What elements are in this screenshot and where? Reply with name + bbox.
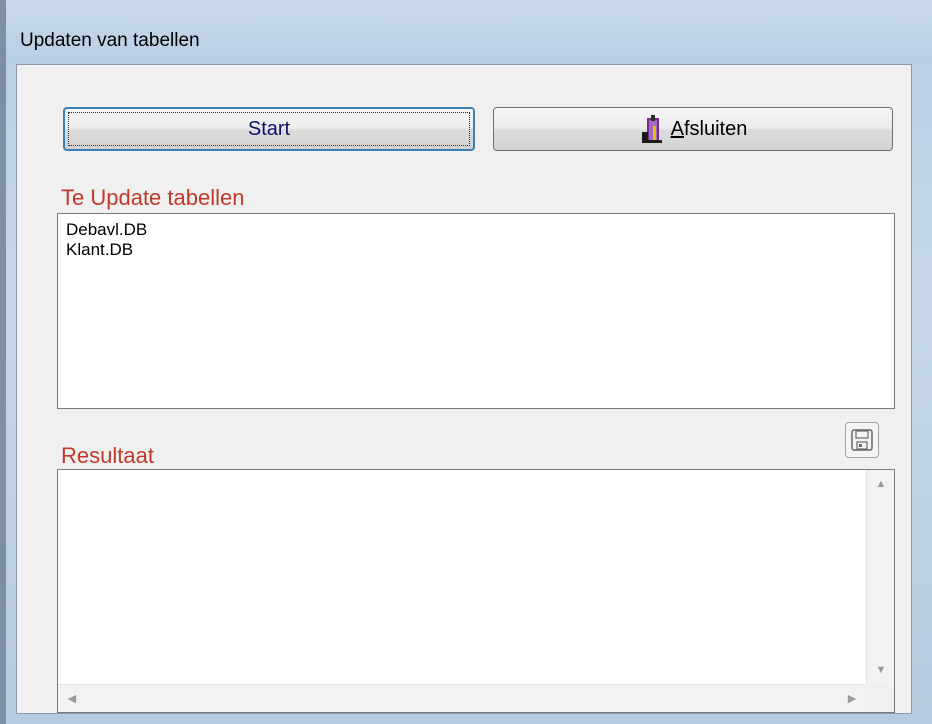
close-button[interactable]: Afsluiten [493, 107, 893, 151]
scroll-down-icon[interactable]: ▼ [867, 664, 895, 676]
window-frame: Updaten van tabellen Start Afsluiten Te … [0, 0, 932, 724]
result-label: Resultaat [61, 443, 154, 468]
exit-door-icon [641, 115, 662, 143]
window-title: Updaten van tabellen [20, 30, 200, 51]
tables-listbox[interactable]: Debavl.DB Klant.DB [57, 213, 895, 409]
result-text [58, 470, 894, 482]
scrollbar-corner [866, 684, 894, 712]
result-memo[interactable]: ▲ ▼ ◀ ▶ [57, 469, 895, 713]
list-item[interactable]: Debavl.DB [66, 220, 886, 240]
start-button-label: Start [247, 117, 291, 140]
save-result-button[interactable] [845, 422, 879, 458]
list-item[interactable]: Klant.DB [66, 240, 886, 260]
vertical-scrollbar[interactable]: ▲ ▼ [866, 470, 894, 684]
floppy-disk-icon [851, 429, 873, 451]
dialog-client-area: Start Afsluiten Te Update tabellen Debav… [16, 64, 912, 714]
start-button[interactable]: Start [63, 107, 475, 151]
scroll-up-icon[interactable]: ▲ [867, 478, 895, 490]
scroll-left-icon[interactable]: ◀ [62, 692, 82, 705]
tables-label: Te Update tabellen [61, 185, 245, 210]
scroll-right-icon[interactable]: ▶ [842, 692, 862, 705]
close-button-label: Afsluiten [670, 117, 748, 140]
horizontal-scrollbar[interactable]: ◀ ▶ [58, 684, 866, 712]
